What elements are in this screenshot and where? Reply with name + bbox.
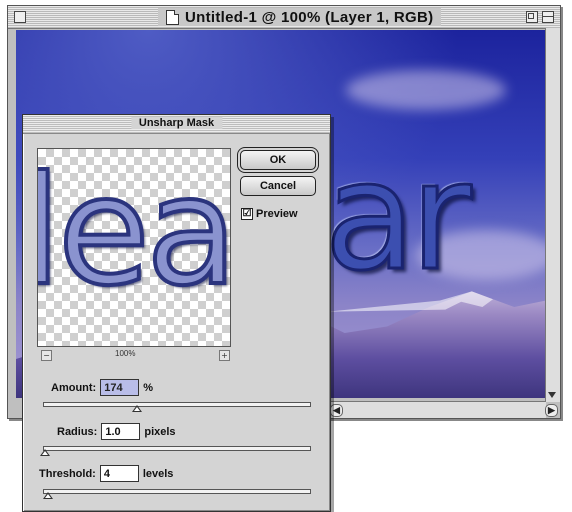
horizontal-scrollbar[interactable]: ◀ ▶ — [328, 401, 558, 418]
radius-slider-thumb[interactable] — [40, 449, 51, 456]
threshold-slider-thumb[interactable] — [43, 492, 54, 499]
radius-label: Radius: — [57, 425, 98, 438]
preview-checkbox[interactable]: ☑ — [241, 208, 253, 220]
document-icon — [166, 9, 179, 25]
threshold-field[interactable]: 4 — [99, 465, 139, 482]
preview-checkbox-row[interactable]: ☑ Preview — [241, 208, 298, 220]
preview-zoom-level: 100% — [115, 349, 136, 358]
preview-label: Preview — [256, 208, 298, 220]
scroll-left-arrow-icon[interactable]: ◀ — [330, 404, 343, 417]
unsharp-mask-dialog: Unsharp Mask lea − 100% + OK Cancel ☑ Pr… — [22, 114, 331, 512]
close-box-icon[interactable] — [14, 11, 26, 23]
zoom-in-icon[interactable]: + — [219, 350, 230, 361]
zoom-out-icon[interactable]: − — [41, 350, 52, 361]
cancel-button[interactable]: Cancel — [240, 176, 316, 196]
dialog-title: Unsharp Mask — [130, 117, 223, 129]
amount-unit: % — [143, 381, 153, 394]
radius-row: Radius: 1.0 pixels — [57, 423, 176, 440]
radius-slider[interactable] — [40, 446, 311, 456]
amount-field[interactable]: 174 — [100, 379, 140, 396]
scroll-right-arrow-icon[interactable]: ▶ — [545, 404, 558, 417]
threshold-unit: levels — [142, 467, 174, 480]
filter-preview[interactable]: lea — [37, 148, 231, 347]
document-titlebar[interactable]: Untitled-1 @ 100% (Layer 1, RGB) — [8, 6, 560, 29]
amount-slider-thumb[interactable] — [131, 405, 142, 412]
amount-label: Amount: — [51, 381, 97, 394]
vertical-scrollbar[interactable] — [545, 28, 560, 402]
radius-unit: pixels — [144, 425, 176, 438]
threshold-slider[interactable] — [43, 489, 311, 499]
scroll-down-arrow-icon[interactable] — [548, 392, 556, 398]
document-title: Untitled-1 @ 100% (Layer 1, RGB) — [185, 8, 434, 26]
threshold-label: Threshold: — [39, 467, 96, 480]
zoom-box-icon[interactable] — [526, 11, 538, 23]
preview-text: lea — [37, 148, 231, 319]
collapse-box-icon[interactable] — [542, 11, 554, 23]
canvas-text: ar — [323, 130, 474, 304]
amount-slider[interactable] — [43, 402, 311, 412]
ok-button[interactable]: OK — [240, 150, 316, 170]
document-title-group: Untitled-1 @ 100% (Layer 1, RGB) — [158, 8, 442, 26]
threshold-row: Threshold: 4 levels — [39, 465, 173, 482]
amount-row: Amount: 174 % — [51, 379, 153, 396]
cloud — [346, 70, 506, 110]
radius-field[interactable]: 1.0 — [101, 423, 141, 440]
dialog-titlebar[interactable]: Unsharp Mask — [23, 115, 330, 134]
